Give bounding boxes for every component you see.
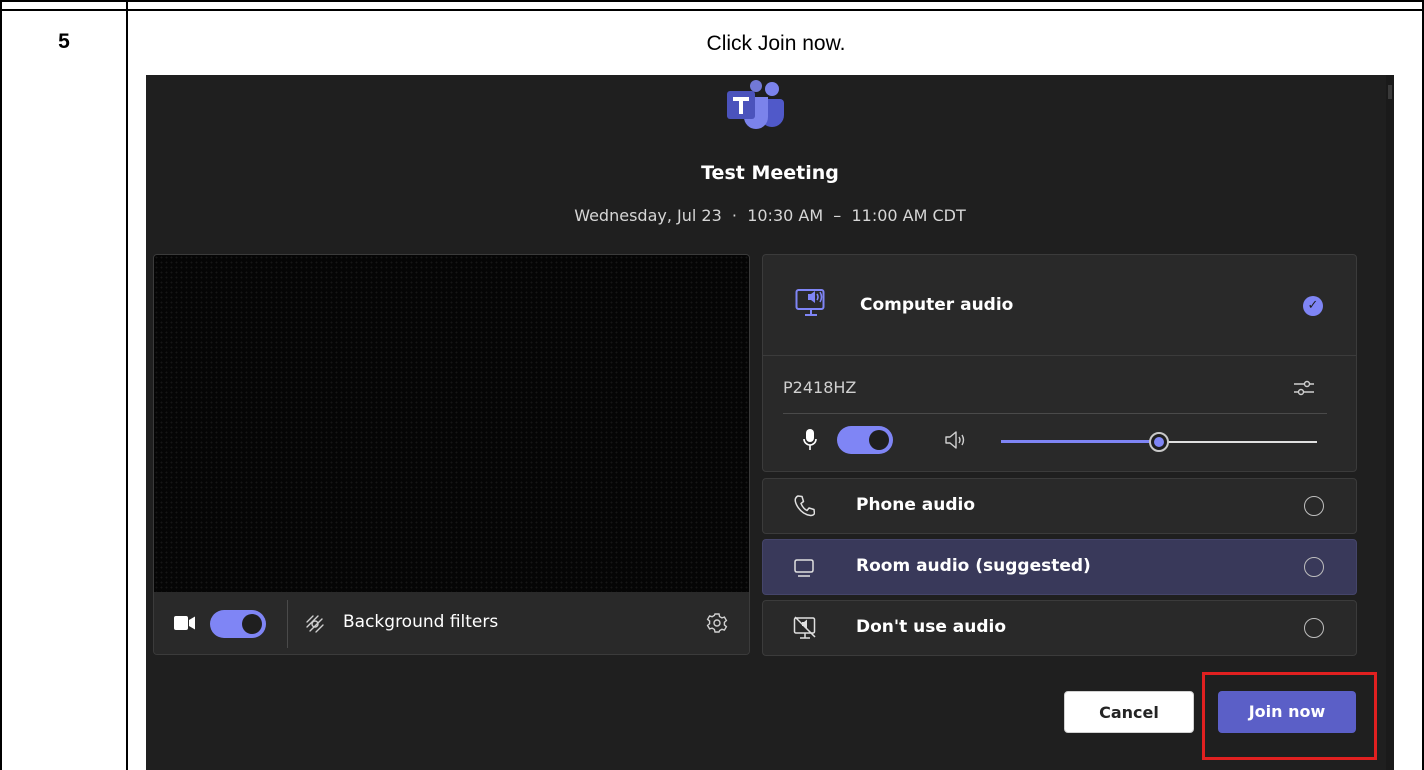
microphone-toggle[interactable]	[837, 426, 893, 454]
video-preview-panel: Background filters	[153, 254, 750, 655]
cancel-button[interactable]: Cancel	[1064, 691, 1194, 733]
volume-slider-thumb[interactable]	[1149, 432, 1169, 452]
video-controls: Background filters	[154, 592, 749, 654]
audio-divider	[763, 355, 1356, 356]
step-number: 5	[58, 30, 70, 53]
computer-audio-icon	[795, 289, 825, 316]
toggle-knob	[242, 614, 262, 634]
phone-audio-radio[interactable]	[1304, 496, 1324, 516]
phone-audio-label: Phone audio	[856, 495, 976, 515]
speaker-icon	[945, 431, 965, 449]
camera-toggle[interactable]	[210, 610, 266, 638]
gear-icon[interactable]	[706, 612, 728, 634]
device-underline	[783, 413, 1327, 414]
table-column-divider	[126, 0, 128, 770]
volume-fill	[1001, 440, 1159, 443]
scrollbar-thumb[interactable]	[1388, 85, 1392, 99]
no-audio-label: Don't use audio	[856, 617, 1007, 637]
teams-prejoin-screen: Test Meeting Wednesday, Jul 23 · 10:30 A…	[146, 75, 1394, 770]
no-audio-radio[interactable]	[1304, 618, 1324, 638]
controls-divider	[287, 600, 288, 648]
join-now-highlight	[1202, 672, 1377, 760]
device-settings-icon[interactable]	[1293, 377, 1315, 399]
no-audio-option[interactable]: Don't use audio	[762, 600, 1357, 656]
phone-audio-option[interactable]: Phone audio	[762, 478, 1357, 534]
room-audio-radio[interactable]	[1304, 557, 1324, 577]
background-effects-icon	[306, 615, 324, 633]
meeting-time: Wednesday, Jul 23 · 10:30 AM – 11:00 AM …	[574, 206, 966, 225]
room-audio-icon	[794, 559, 814, 577]
computer-audio-label: Computer audio	[860, 295, 1014, 315]
video-feed	[154, 255, 749, 592]
checkmark-icon: ✓	[1303, 296, 1323, 316]
teams-logo-icon	[727, 80, 784, 129]
background-filters-button[interactable]: Background filters	[343, 612, 498, 632]
camera-icon	[174, 616, 195, 630]
phone-icon	[794, 495, 815, 517]
table-border-top	[2, 0, 1424, 2]
room-audio-option[interactable]: Room audio (suggested)	[762, 539, 1357, 595]
step-instruction: Click Join now.	[706, 32, 846, 55]
microphone-icon	[803, 429, 817, 450]
room-audio-label: Room audio (suggested)	[856, 556, 1091, 576]
no-audio-icon	[793, 616, 816, 639]
computer-audio-card: Computer audio ✓ P2418HZ	[762, 254, 1357, 472]
meeting-title: Test Meeting	[701, 162, 839, 184]
toggle-knob	[869, 430, 889, 450]
table-row-divider	[2, 9, 1424, 11]
computer-audio-option[interactable]: Computer audio ✓	[763, 255, 1356, 355]
speaker-device-name[interactable]: P2418HZ	[783, 378, 856, 397]
